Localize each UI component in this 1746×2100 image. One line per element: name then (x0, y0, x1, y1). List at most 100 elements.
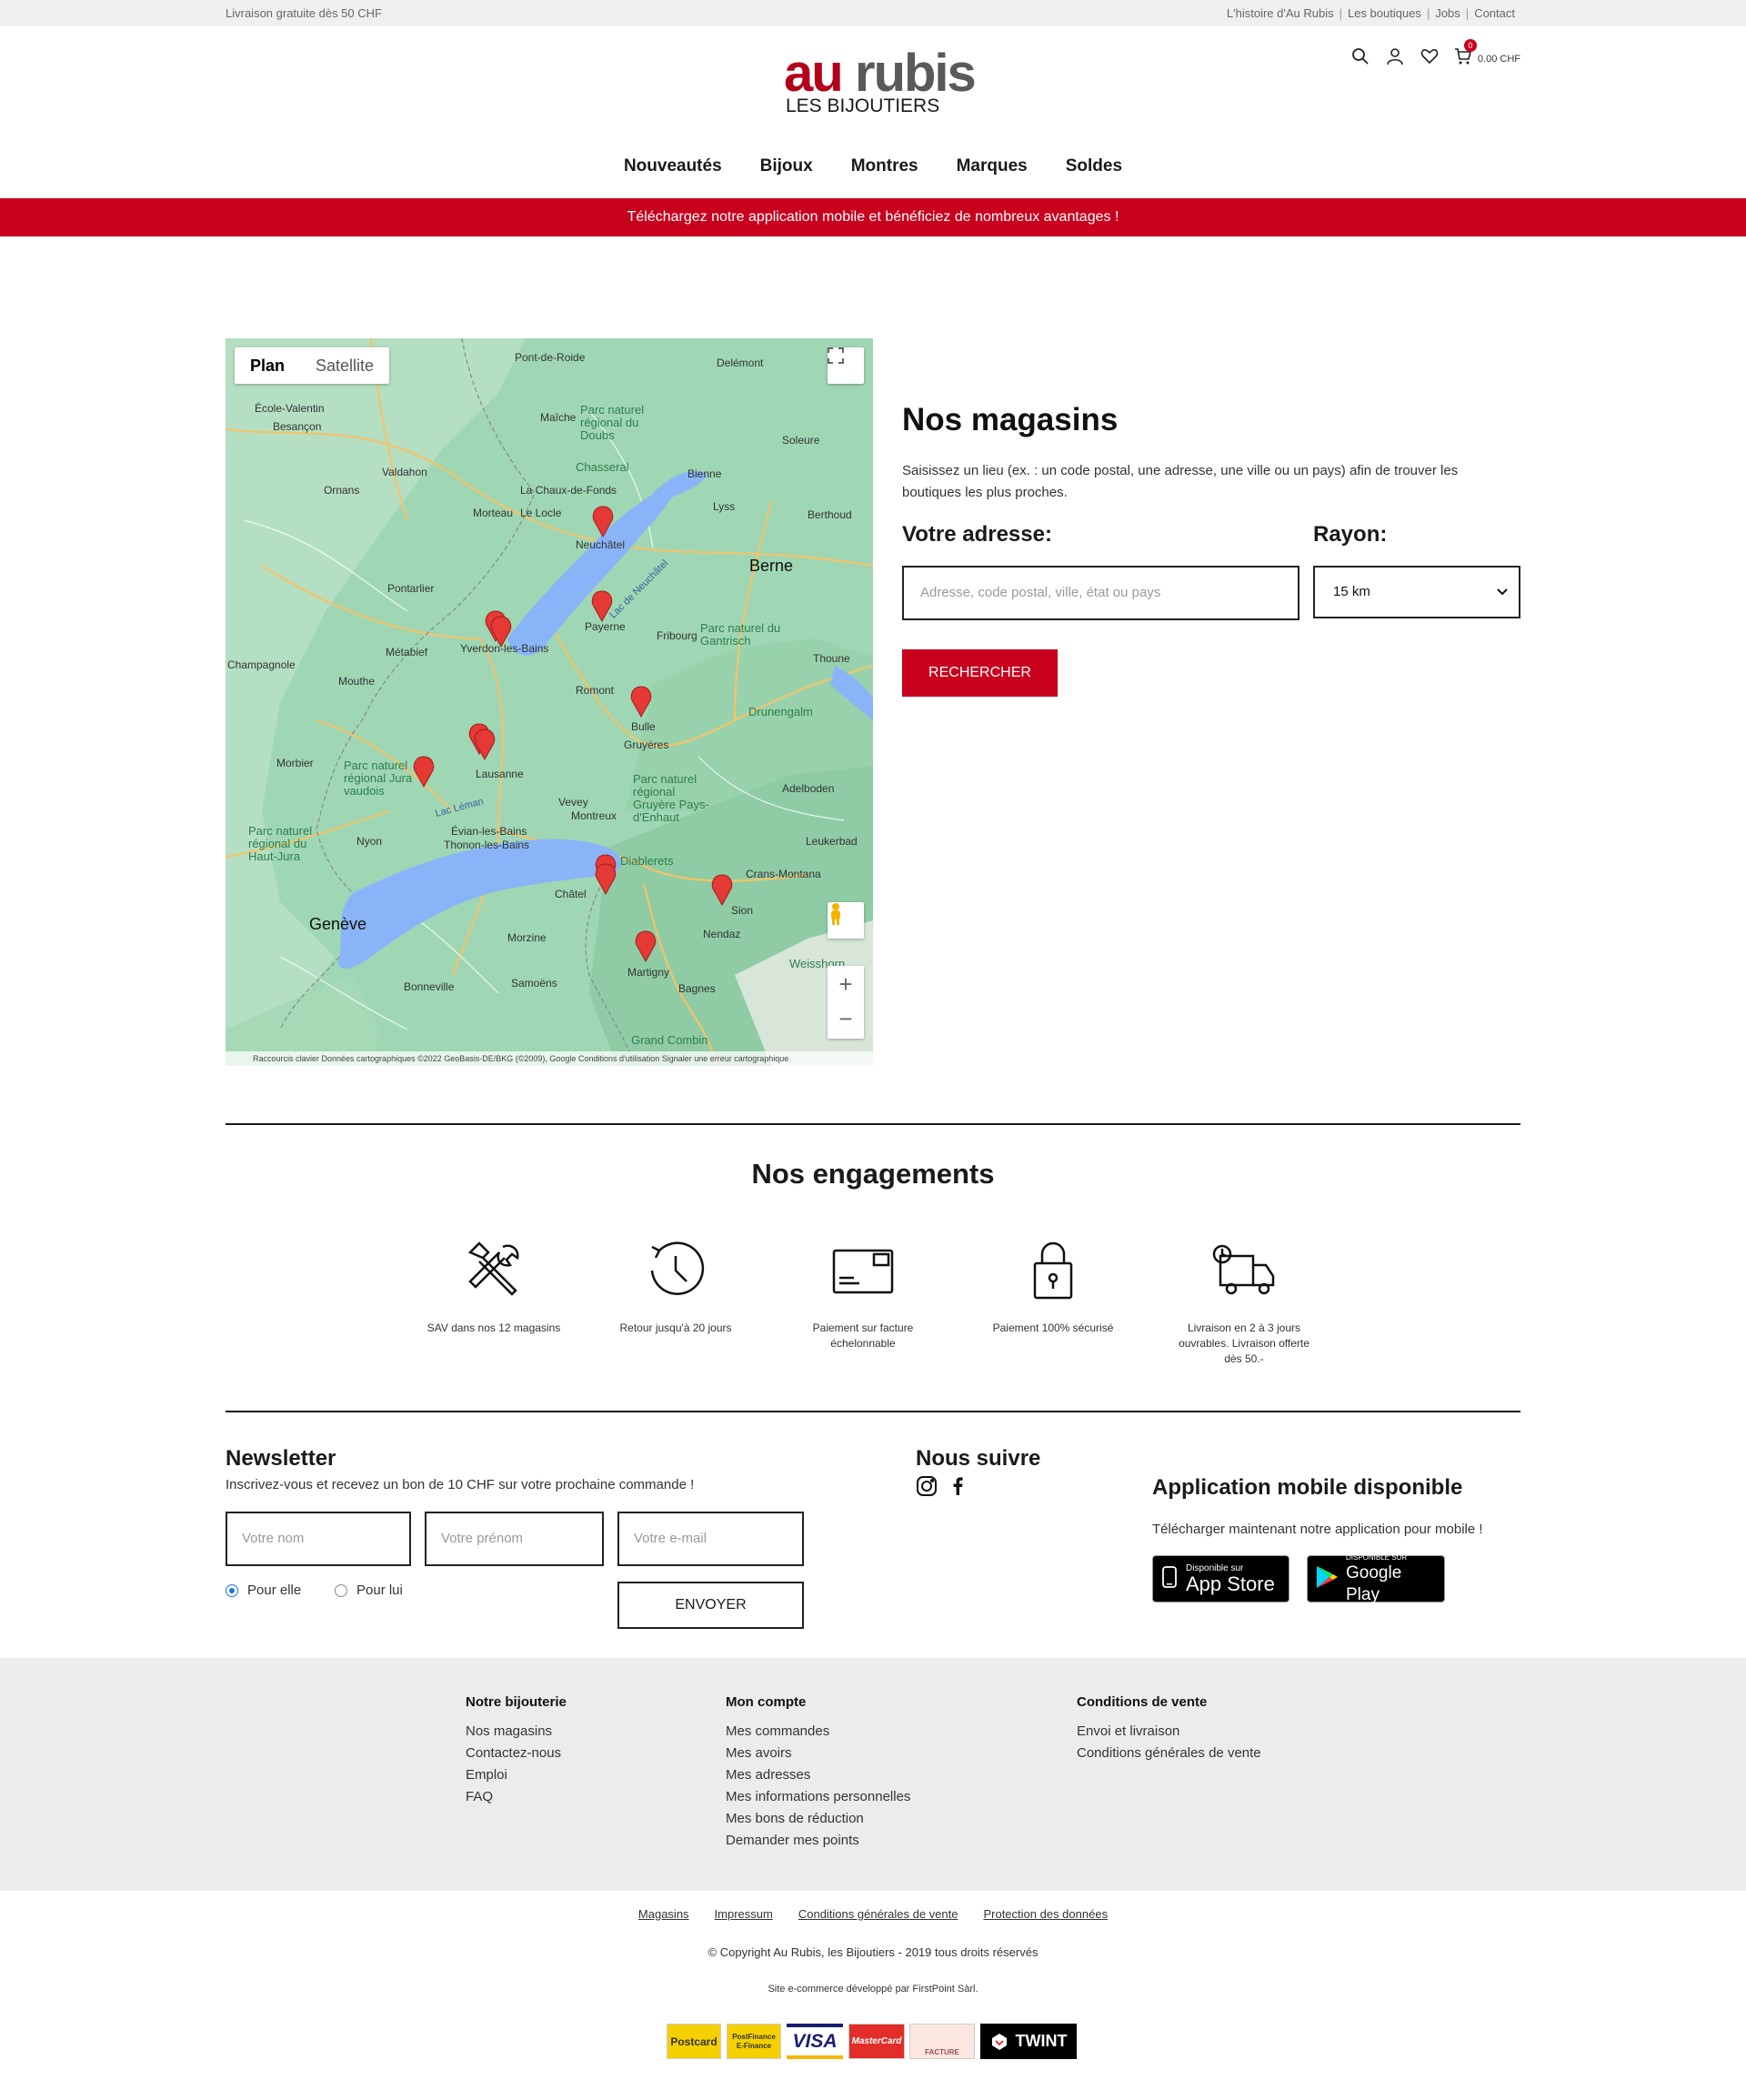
twint-logo: TWINT (980, 2024, 1077, 2059)
newsletter-subtitle: Inscrivez-vous et recevez un bon de 10 C… (226, 1477, 695, 1492)
legal-link-cgv[interactable]: Conditions générales de vente (798, 1907, 958, 1921)
account-icon[interactable] (1385, 46, 1405, 66)
social-links (916, 1475, 963, 1502)
newsletter-name-input[interactable]: Votre nom (226, 1512, 411, 1566)
site-header: au rubis LES BIJOUTIERS 0 0.00 CHF Nouve… (0, 26, 1746, 198)
newsletter-firstname-input[interactable]: Votre prénom (425, 1512, 604, 1566)
footer-link[interactable]: Emploi (466, 1764, 567, 1786)
newsletter-submit-button[interactable]: ENVOYER (617, 1582, 804, 1629)
footer-col-compte: Mon compte Mes commandes Mes avoirs Mes … (726, 1694, 910, 1852)
logo[interactable]: au rubis LES BIJOUTIERS (784, 46, 977, 117)
store-marker-monthey-2 (595, 863, 617, 896)
nav-item-nouveautes[interactable]: Nouveautés (624, 156, 722, 176)
cart[interactable]: 0 0.00 CHF (1454, 39, 1520, 65)
footer-link[interactable]: Envoi et livraison (1077, 1721, 1261, 1743)
wishlist-heart-icon[interactable] (1420, 46, 1440, 66)
footer-link[interactable]: Conditions générales de vente (1077, 1743, 1261, 1764)
radius-label: Rayon: (1313, 522, 1388, 547)
store-markers (413, 506, 733, 963)
nav-item-marques[interactable]: Marques (957, 156, 1028, 176)
footer-link[interactable]: Mes bons de réduction (726, 1808, 910, 1830)
address-input[interactable]: Adresse, code postal, ville, état ou pay… (902, 566, 1299, 620)
store-marker-bulle (630, 686, 652, 718)
footer: Notre bijouterie Nos magasins Contactez-… (0, 1658, 1746, 1891)
footer-link[interactable]: Demander mes points (726, 1830, 910, 1852)
legal-link-impressum[interactable]: Impressum (715, 1907, 773, 1921)
radio-button-selected[interactable] (226, 1583, 238, 1597)
footer-link[interactable]: Contactez-nous (466, 1743, 567, 1764)
footer-link[interactable]: FAQ (466, 1786, 567, 1808)
app-store-badge[interactable]: Disponible sur App Store (1152, 1555, 1289, 1603)
free-shipping-text: Livraison gratuite dès 50 CHF (226, 6, 382, 20)
legal-link-privacy[interactable]: Protection des données (983, 1907, 1108, 1921)
footer-link[interactable]: Nos magasins (466, 1721, 567, 1743)
footer-link[interactable]: Mes adresses (726, 1764, 910, 1786)
radius-select[interactable]: 15 km (1313, 566, 1520, 618)
footer-col-bijouterie: Notre bijouterie Nos magasins Contactez-… (466, 1694, 567, 1808)
google-play-badge[interactable]: DISPONIBLE SUR Google Play (1307, 1553, 1445, 1604)
map-type-tabs: Plan Satellite (235, 347, 390, 384)
engagements-title: Nos engagements (751, 1158, 995, 1190)
top-link-history[interactable]: L'histoire d'Au Rubis (1221, 6, 1340, 20)
footer-link[interactable]: Mes informations personnelles (726, 1786, 910, 1808)
address-label: Votre adresse: (902, 522, 1052, 547)
developer-credit: Site e-commerce développé par FirstPoint… (768, 1984, 978, 1994)
follow-title: Nous suivre (916, 1446, 1041, 1471)
main-nav: Nouveautés Bijoux Montres Marques Soldes (0, 156, 1746, 176)
radio-pour-elle[interactable]: Pour elle (226, 1583, 301, 1598)
nav-item-soldes[interactable]: Soldes (1066, 156, 1122, 176)
divider (226, 1411, 1520, 1412)
padlock-icon (1017, 1234, 1089, 1307)
zoom-out-icon[interactable]: − (838, 1002, 852, 1039)
footer-link[interactable]: Mes avoirs (726, 1743, 910, 1764)
top-link-jobs[interactable]: Jobs (1430, 6, 1465, 20)
nav-item-bijoux[interactable]: Bijoux (760, 156, 813, 176)
engagement-item: Paiement 100% sécurisé (980, 1234, 1126, 1336)
legal-link-magasins[interactable]: Magasins (638, 1907, 689, 1921)
store-marker-sion (711, 874, 733, 907)
top-link-shops[interactable]: Les boutiques (1342, 6, 1427, 20)
store-marker-payerne (591, 590, 613, 623)
store-marker-yverdon-2 (490, 616, 512, 648)
twint-icon (991, 2033, 1007, 2050)
divider (226, 1123, 1520, 1125)
cart-count-badge: 0 (1463, 39, 1477, 52)
postcard-logo: Postcard (667, 2024, 721, 2059)
zoom-in-icon[interactable]: + (838, 966, 852, 1002)
nav-item-montres[interactable]: Montres (851, 156, 918, 176)
invoice-logo: FACTURE (909, 2024, 975, 2059)
footer-col-conditions: Conditions de vente Envoi et livraison C… (1077, 1694, 1261, 1764)
app-title: Application mobile disponible (1152, 1475, 1463, 1500)
page-title: Nos magasins (902, 402, 1119, 437)
engagement-item: SAV dans nos 12 magasins (421, 1234, 567, 1336)
app-subtitle: Télécharger maintenant notre application… (1152, 1522, 1483, 1537)
footer-link[interactable]: Mes commandes (726, 1721, 910, 1743)
engagement-item: Retour jusqu'à 20 jours (603, 1234, 748, 1336)
street-view-pegman-icon[interactable] (828, 902, 864, 939)
search-button[interactable]: RECHERCHER (902, 649, 1058, 697)
facebook-icon[interactable] (952, 1477, 963, 1500)
store-map[interactable]: Pont-de-Roide Delémont École-Valentin Be… (226, 338, 873, 1066)
copyright: © Copyright Au Rubis, les Bijoutiers - 2… (707, 1945, 1039, 1959)
radio-pour-lui[interactable]: Pour lui (335, 1583, 403, 1598)
engagement-item: Livraison en 2 à 3 jours ouvrables. Livr… (1171, 1234, 1317, 1367)
google-play-icon (1315, 1564, 1339, 1594)
visa-logo: VISA (787, 2024, 843, 2059)
zoom-controls: + − (828, 966, 864, 1039)
postfinance-efinance-logo: PostFinance E-Finance (727, 2024, 781, 2059)
newsletter-email-input[interactable]: Votre e-mail (617, 1512, 804, 1566)
store-marker-neuchatel (592, 506, 614, 538)
map-tab-plan[interactable]: Plan (235, 347, 300, 384)
search-icon[interactable] (1350, 46, 1370, 66)
top-links: L'histoire d'Au Rubis | Les boutiques | Jo… (1221, 6, 1520, 20)
radio-button[interactable] (335, 1583, 347, 1597)
app-promo-banner[interactable]: Téléchargez notre application mobile et … (0, 198, 1746, 236)
map-attribution[interactable]: Raccourcis clavier Données cartographiqu… (226, 1051, 873, 1066)
store-marker-morges (413, 756, 435, 789)
top-link-contact[interactable]: Contact (1469, 6, 1520, 20)
instagram-icon[interactable] (916, 1475, 938, 1502)
mastercard-logo: MasterCard (848, 2024, 905, 2059)
fullscreen-icon[interactable] (828, 347, 864, 384)
store-marker-martigny (635, 930, 657, 963)
map-tab-satellite[interactable]: Satellite (300, 347, 389, 384)
